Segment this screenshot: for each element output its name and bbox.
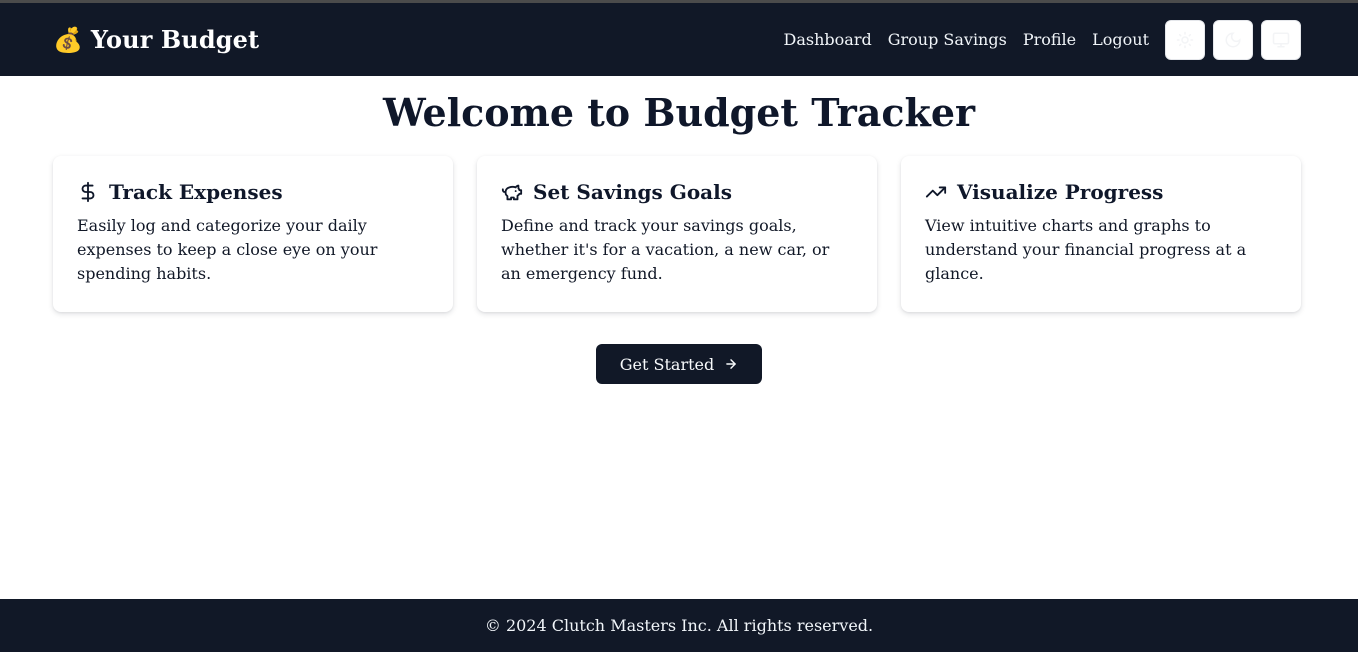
brand[interactable]: 💰 Your Budget bbox=[53, 25, 259, 54]
get-started-label: Get Started bbox=[619, 354, 715, 374]
nav-link-dashboard[interactable]: Dashboard bbox=[784, 30, 872, 49]
card-description: Define and track your savings goals, whe… bbox=[501, 216, 830, 283]
feature-cards: Track Expenses Easily log and categorize… bbox=[53, 156, 1301, 312]
nav-link-profile[interactable]: Profile bbox=[1023, 30, 1076, 49]
copyright-text: © 2024 Clutch Masters Inc. All rights re… bbox=[484, 616, 874, 635]
piggy-bank-icon bbox=[501, 181, 523, 203]
trending-up-icon bbox=[925, 181, 947, 203]
footer: © 2024 Clutch Masters Inc. All rights re… bbox=[0, 599, 1358, 652]
card-header: Visualize Progress bbox=[925, 180, 1277, 204]
navbar: 💰 Your Budget Dashboard Group Savings Pr… bbox=[0, 3, 1358, 76]
card-title: Track Expenses bbox=[109, 180, 283, 204]
monitor-icon bbox=[1272, 32, 1290, 47]
card-header: Track Expenses bbox=[77, 180, 429, 204]
nav-right: Dashboard Group Savings Profile Logout bbox=[784, 19, 1301, 60]
nav-link-logout[interactable]: Logout bbox=[1092, 30, 1149, 49]
feature-card-set-savings-goals: Set Savings Goals Define and track your … bbox=[477, 156, 877, 312]
dark-theme-button[interactable] bbox=[1213, 19, 1253, 60]
moon-icon bbox=[1225, 31, 1241, 47]
light-theme-button[interactable] bbox=[1165, 19, 1205, 60]
theme-buttons bbox=[1165, 19, 1301, 60]
card-header: Set Savings Goals bbox=[501, 180, 853, 204]
main-content: Welcome to Budget Tracker Track Expenses… bbox=[0, 76, 1358, 599]
card-description: Easily log and categorize your daily exp… bbox=[77, 216, 378, 283]
get-started-button[interactable]: Get Started bbox=[595, 344, 763, 384]
sun-icon bbox=[1176, 31, 1194, 48]
card-title: Visualize Progress bbox=[957, 180, 1164, 204]
card-description: View intuitive charts and graphs to unde… bbox=[925, 216, 1247, 283]
arrow-right-icon bbox=[726, 359, 737, 369]
dollar-icon bbox=[77, 181, 99, 203]
system-theme-button[interactable] bbox=[1261, 19, 1301, 60]
feature-card-visualize-progress: Visualize Progress View intuitive charts… bbox=[901, 156, 1301, 312]
money-bag-icon: 💰 bbox=[53, 25, 83, 54]
nav-links: Dashboard Group Savings Profile Logout bbox=[784, 30, 1149, 49]
feature-card-track-expenses: Track Expenses Easily log and categorize… bbox=[53, 156, 453, 312]
brand-title: Your Budget bbox=[90, 25, 260, 54]
page-title: Welcome to Budget Tracker bbox=[382, 90, 976, 135]
cta-container: Get Started bbox=[0, 344, 1358, 384]
nav-link-group-savings[interactable]: Group Savings bbox=[888, 30, 1007, 49]
card-title: Set Savings Goals bbox=[533, 180, 732, 204]
